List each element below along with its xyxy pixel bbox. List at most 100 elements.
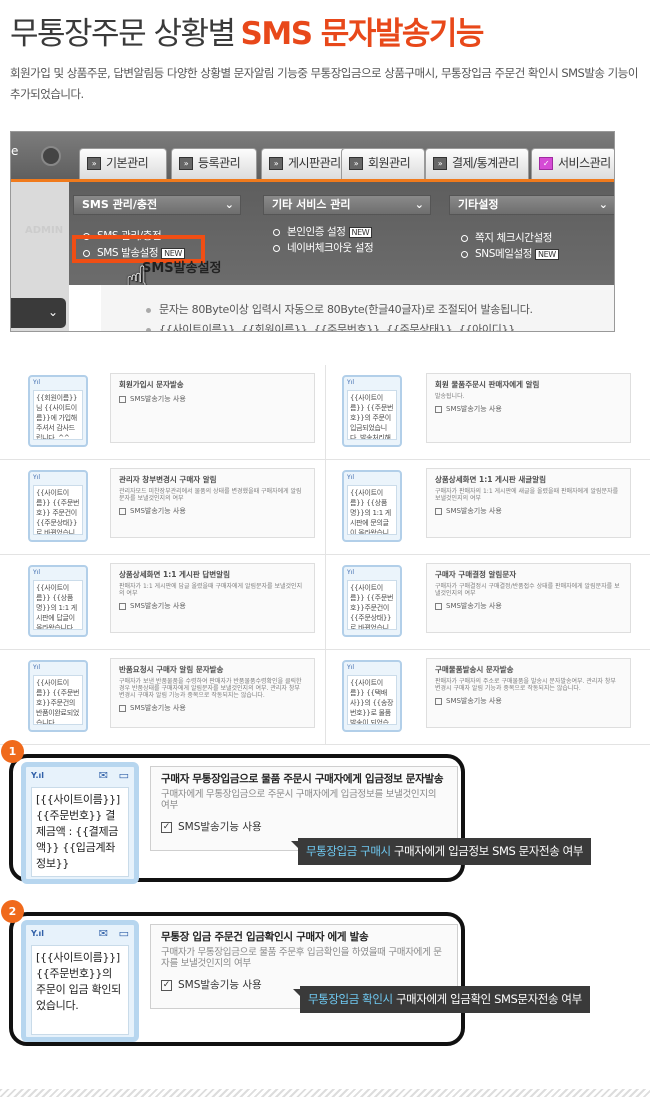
sms-preview: Yıl {{사이트이름}} {{주문번호}} 주문건이 {{주문상태}}로 바뀌었… xyxy=(28,470,88,542)
checkbox-icon[interactable] xyxy=(119,395,126,403)
checkbox-label: SMS발송기능 사용 xyxy=(130,704,186,712)
tab-label: 기본관리 xyxy=(106,156,149,170)
signal-icon: Y.ıl xyxy=(31,929,44,938)
tooltip-highlight: 무통장입금 확인시 xyxy=(308,992,393,1006)
option-title: 상품상세화면 1:1 게시판 새글알림 xyxy=(435,475,546,484)
ghost-menu-text: SMS발송설정 xyxy=(142,261,222,276)
checkbox-icon[interactable] xyxy=(435,697,442,705)
menu-icon: » xyxy=(349,157,363,170)
sms-preview: Yıl {{사이트이름}} {{주문번호}}주문건이 {{주문상태}}로 바뀌었습… xyxy=(342,565,402,637)
sms-option-box: 반품요청시 구매자 알림 문자발송 구매자가 보낸 반품물품을 수령하여 판매자가… xyxy=(110,658,315,728)
tab-service[interactable]: ✓ 서비스관리 xyxy=(531,148,614,179)
menu-icon: » xyxy=(433,157,447,170)
grid-cell: Yıl {{사이트이름}} {{주문번호}}주문건이 {{주문상태}}로 바뀌었습… xyxy=(325,555,650,650)
signal-icon: Y.ıl xyxy=(31,771,44,780)
option-title: 무통장 입금 주문건 입금확인시 구매자 에게 발송 xyxy=(161,931,369,943)
option-desc: 구매자가 무통장입금으로 물품 주문후 입금확인을 하였을때 구매자에게 문자를… xyxy=(161,947,442,969)
checkbox-checked-icon[interactable]: ✓ xyxy=(161,979,172,991)
menu-sns-mail[interactable]: SNS메일설정 NEW xyxy=(461,246,559,261)
tab-member[interactable]: » 회원관리 xyxy=(341,148,425,179)
menu-identity[interactable]: 본인인증 설정 NEW xyxy=(273,224,373,239)
signal-icon: Yıl xyxy=(33,569,40,576)
note-line: 문자는 80Byte이상 입력시 자동으로 80Byte(한글40글자)로 조절… xyxy=(146,301,533,317)
sms-text: {{사이트이름}} {{택배사}}의 {{송장번호}}로 물품발송이 되었습니다… xyxy=(347,675,397,725)
sms-checkbox[interactable]: SMS발송기능 사용 xyxy=(119,506,306,516)
grid-cell: Yıl {{사이트이름}} {{택배사}}의 {{송장번호}}로 물품발송이 되었… xyxy=(325,650,650,745)
option-title: 상품상세화면 1:1 게시판 답변알림 xyxy=(119,570,230,579)
sms-checkbox[interactable]: SMS발송기능 사용 xyxy=(119,703,306,713)
sms-text: [{{사이트이름}}] {{주문번호}} 결제금액 : {{결제금액}} {{입… xyxy=(31,787,129,877)
tooltip-highlight: 무통장입금 구매시 xyxy=(306,844,391,858)
tooltip-text: 구매자에게 입금정보 SMS 문자전송 여부 xyxy=(390,844,584,858)
tab-label: 서비스관리 xyxy=(558,156,611,170)
sms-text: {{사이트이름}} {{주문번호}}의 주문이 입금되었습니다. 발송처리해주세… xyxy=(347,390,397,440)
battery-icon: ▭ xyxy=(118,769,129,782)
group-other-service[interactable]: 기타 서비스 관리 ⌄ xyxy=(263,195,431,215)
checkbox-label: SMS발송기능 사용 xyxy=(178,821,262,833)
menu-icon: » xyxy=(269,157,283,170)
signal-icon: Yıl xyxy=(33,664,40,671)
checkbox-icon[interactable] xyxy=(435,602,442,610)
tab-label: 결제/통계관리 xyxy=(452,156,519,170)
sms-preview-large: Y.ıl ✉ ▭ [{{사이트이름}}] {{주문번호}}의 주문이 입금 확인되었… xyxy=(21,920,139,1042)
sms-preview: Yıl {{사이트이름}} {{주문번호}}주문건의 반품이완료되었습니다. xyxy=(28,660,88,732)
admin-label: ADMIN xyxy=(25,225,64,236)
tab-payment[interactable]: » 결제/통계관리 xyxy=(425,148,529,179)
checkbox-icon[interactable] xyxy=(119,704,126,712)
checkbox-icon[interactable] xyxy=(119,507,126,515)
signal-icon: Yıl xyxy=(33,379,40,386)
left-select[interactable]: ⌄ xyxy=(11,298,66,328)
sms-text: {{회원이름}}님 {{사이트이름}}에 가입해주셔서 감사드립니다. ^^ xyxy=(33,390,83,440)
tab-basic[interactable]: » 기본관리 xyxy=(79,148,167,179)
tab-register[interactable]: » 등록관리 xyxy=(171,148,257,179)
new-badge: NEW xyxy=(348,226,373,238)
menu-note-check[interactable]: 쪽지 체크시간설정 xyxy=(461,230,552,245)
sms-option-box: 상품상세화면 1:1 게시판 답변알림 판매자가 1:1 게시판에 답글 올렸을때… xyxy=(110,563,315,633)
tab-label: 게시판관리 xyxy=(288,156,341,170)
page-description: 회원가입 및 상품주문, 답변알림등 다양한 상황별 문자알림 기능중 무통장입… xyxy=(10,66,638,101)
checkbox-label: SMS발송기능 사용 xyxy=(446,697,502,705)
option-desc: 구매자가 판매자의 1:1 게시판에 새글을 올렸을때 판매자에게 알림문자를 … xyxy=(435,488,619,502)
option-desc: 관리자모드 미찬장부관리에서 물품의 상태를 변경했을때 구매자에게 알림문자를… xyxy=(119,488,302,502)
detail-panel-2: Y.ıl ✉ ▭ [{{사이트이름}}] {{주문번호}}의 주문이 입금 확인되었… xyxy=(9,912,465,1046)
bullet-icon xyxy=(273,228,280,236)
sms-checkbox[interactable]: ✓ SMS발송기능 사용 xyxy=(161,819,447,834)
phone-status-bar: Y.ıl ✉ ▭ xyxy=(26,767,134,787)
sms-text: {{사이트이름}} {{주문번호}}주문건이 {{주문상태}}로 바뀌었습니다. xyxy=(347,580,397,630)
option-desc: 구매자에게 무통장입금으로 주문시 구매자에게 입금정보를 보낼것인지의 여부 xyxy=(161,789,437,811)
chevron-down-icon: ⌄ xyxy=(598,198,608,211)
sms-text: {{사이트이름}} {{주문번호}}주문건의 반품이완료되었습니다. xyxy=(33,675,83,725)
grid-cell: Yıl {{회원이름}}님 {{사이트이름}}에 가입해주셔서 감사드립니다. ^… xyxy=(0,365,325,460)
signal-icon: Yıl xyxy=(347,569,354,576)
option-desc: 구매자가 보낸 반품물품을 수령하여 판매자가 반품물품수령확인을 클릭한 경우… xyxy=(119,678,302,699)
sms-checkbox[interactable]: SMS발송기능 사용 xyxy=(119,394,306,404)
envelope-icon: ✉ xyxy=(98,927,108,940)
sms-option-box: 관리자 창부변경시 구매자 알림 관리자모드 미찬장부관리에서 물품의 상태를 변… xyxy=(110,468,315,538)
checkbox-icon[interactable] xyxy=(119,602,126,610)
sms-checkbox[interactable]: SMS발송기능 사용 xyxy=(435,696,622,706)
sms-checkbox[interactable]: SMS발송기능 사용 xyxy=(435,404,622,414)
sms-text: [{{사이트이름}}] {{주문번호}}의 주문이 입금 확인되었습니다. xyxy=(31,945,129,1035)
sms-checkbox[interactable]: SMS발송기능 사용 xyxy=(119,601,306,611)
checkbox-label: SMS발송기능 사용 xyxy=(446,405,502,413)
sms-preview: Yıl {{사이트이름}} {{상품명}}의 1:1 게시판에 문의글이 올라왔습… xyxy=(342,470,402,542)
checkbox-icon[interactable] xyxy=(435,507,442,515)
bullet-icon xyxy=(273,244,280,252)
sms-checkbox[interactable]: SMS발송기능 사용 xyxy=(435,506,622,516)
sms-option-box: 회원 물품주문시 판매자에게 알림 발송됩니다. SMS발송기능 사용 xyxy=(426,373,631,443)
group-sms[interactable]: SMS 관리/충전 ⌄ xyxy=(73,195,241,215)
checkbox-label: SMS발송기능 사용 xyxy=(446,507,502,515)
bullet-icon xyxy=(461,250,468,258)
sms-option-box: 상품상세화면 1:1 게시판 새글알림구매자가 판매자의 1:1 게시판에 새글… xyxy=(426,468,631,538)
sms-preview-large: Y.ıl ✉ ▭ [{{사이트이름}}] {{주문번호}} 결제금액 : {{결제금… xyxy=(21,762,139,884)
menu-naver-checkout[interactable]: 네이버체크아웃 설정 xyxy=(273,240,374,255)
checkbox-icon[interactable] xyxy=(435,405,442,413)
sms-checkbox[interactable]: SMS발송기능 사용 xyxy=(435,601,622,611)
checkbox-checked-icon[interactable]: ✓ xyxy=(161,821,172,833)
group-other-settings[interactable]: 기타설정 ⌄ xyxy=(449,195,614,215)
signal-icon: Yıl xyxy=(347,664,354,671)
tab-label: 등록관리 xyxy=(198,156,241,170)
note-line: {{사이트이름}}, {{회원이름}}, {{주문번호}}, {{주문상태}},… xyxy=(146,321,515,331)
page-title: 무통장주문 상황별 SMS 문자발송기능 xyxy=(10,8,485,53)
title-part2: SMS 문자발송기능 xyxy=(240,16,485,52)
